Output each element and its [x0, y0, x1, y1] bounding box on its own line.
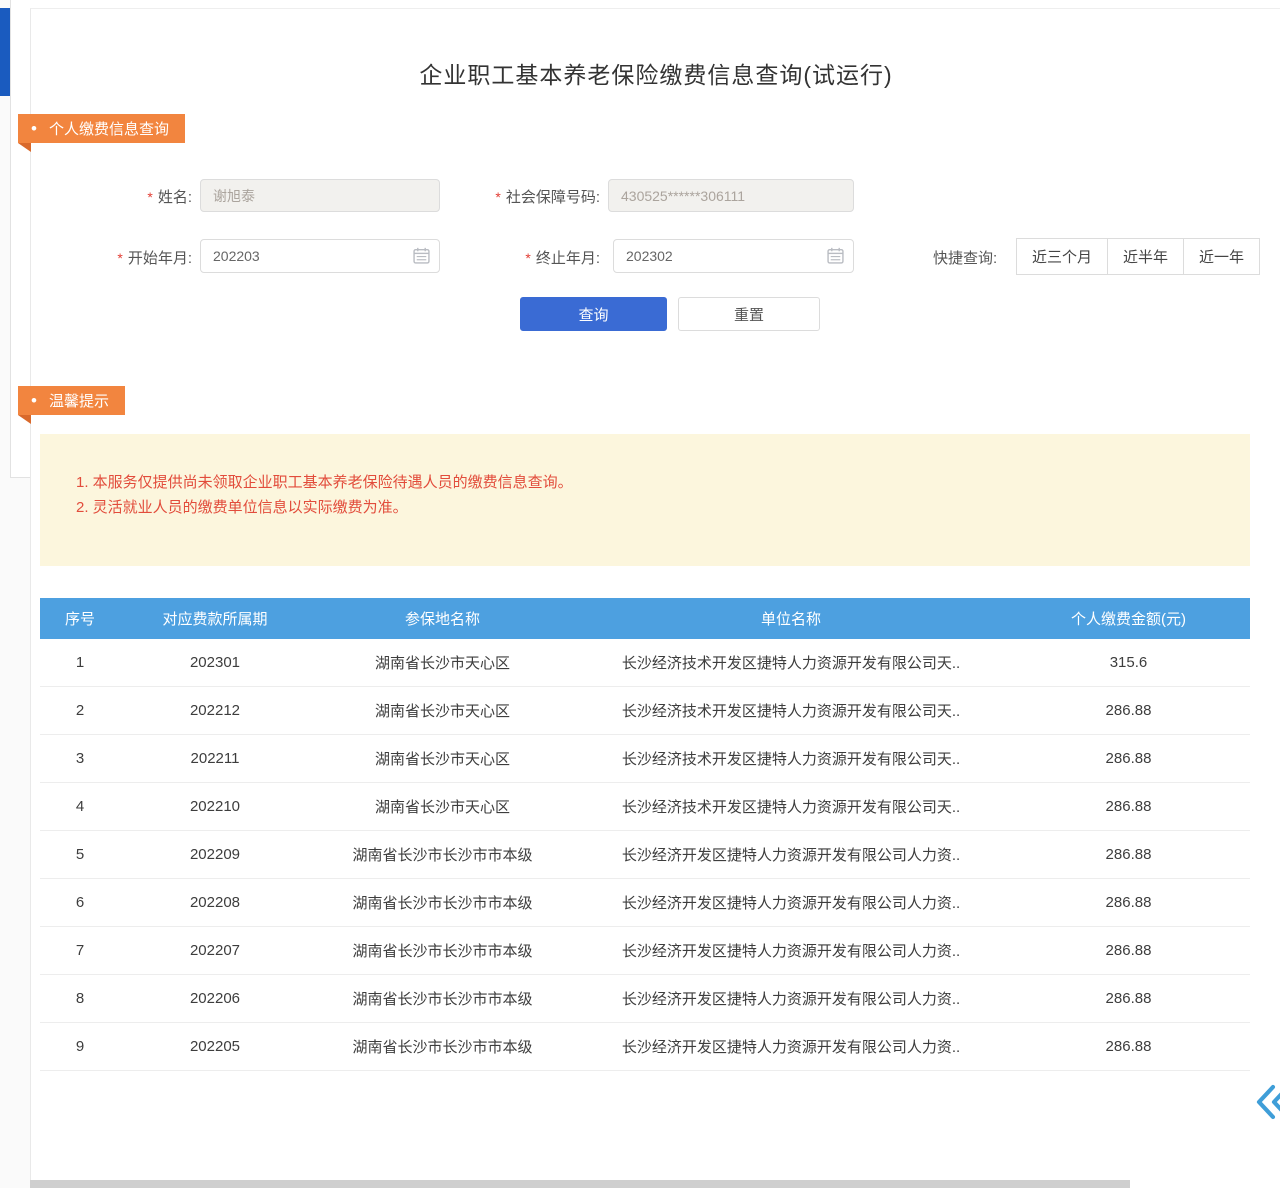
cell-company: 长沙经济开发区捷特人力资源开发有限公司人力资.. — [575, 892, 1007, 913]
cell-period: 202301 — [120, 654, 310, 671]
quick-btn-last-3-months[interactable]: 近三个月 — [1016, 238, 1108, 275]
cell-amount: 286.88 — [1007, 942, 1250, 959]
table-row[interactable]: 5 202209 湖南省长沙市长沙市市本级 长沙经济开发区捷特人力资源开发有限公… — [40, 831, 1250, 879]
cell-seq: 8 — [40, 990, 120, 1007]
section-badge-tips: • 温馨提示 — [18, 386, 125, 415]
bottom-bar-decoration — [30, 1180, 1130, 1188]
cell-company: 长沙经济开发区捷特人力资源开发有限公司人力资.. — [575, 940, 1007, 961]
end-month-field[interactable] — [613, 239, 854, 273]
cell-seq: 2 — [40, 702, 120, 719]
section-badge-label: 个人缴费信息查询 — [49, 118, 169, 139]
cell-amount: 315.6 — [1007, 654, 1250, 671]
cell-period: 202206 — [120, 990, 310, 1007]
name-input — [200, 179, 440, 212]
table-row[interactable]: 4 202210 湖南省长沙市天心区 长沙经济技术开发区捷特人力资源开发有限公司… — [40, 783, 1250, 831]
calendar-icon[interactable] — [827, 247, 844, 264]
page: 企业职工基本养老保险缴费信息查询(试运行) • 个人缴费信息查询 *姓名: *社… — [0, 0, 1280, 1188]
header-amount: 个人缴费金额(元) — [1007, 608, 1250, 629]
header-area: 参保地名称 — [310, 608, 575, 629]
start-month-input[interactable] — [200, 239, 440, 273]
cell-seq: 7 — [40, 942, 120, 959]
notice-line: 1. 本服务仅提供尚未领取企业职工基本养老保险待遇人员的缴费信息查询。 — [76, 470, 1230, 495]
page-title: 企业职工基本养老保险缴费信息查询(试运行) — [31, 56, 1280, 90]
table-row[interactable]: 1 202301 湖南省长沙市天心区 长沙经济技术开发区捷特人力资源开发有限公司… — [40, 639, 1250, 687]
cell-seq: 4 — [40, 798, 120, 815]
table-header-row: 序号 对应费款所属期 参保地名称 单位名称 个人缴费金额(元) — [40, 598, 1250, 639]
cell-company: 长沙经济技术开发区捷特人力资源开发有限公司天.. — [575, 700, 1007, 721]
collapse-panel-button[interactable] — [1252, 1084, 1280, 1120]
end-month-label: *终止年月: — [468, 247, 600, 268]
required-asterisk: * — [525, 250, 530, 266]
cell-area: 湖南省长沙市天心区 — [310, 700, 575, 721]
cell-seq: 1 — [40, 654, 120, 671]
header-company: 单位名称 — [575, 608, 1007, 629]
cell-seq: 5 — [40, 846, 120, 863]
notice-line: 2. 灵活就业人员的缴费单位信息以实际缴费为准。 — [76, 495, 1230, 520]
table-row[interactable]: 9 202205 湖南省长沙市长沙市市本级 长沙经济开发区捷特人力资源开发有限公… — [40, 1023, 1250, 1071]
cell-period: 202209 — [120, 846, 310, 863]
cell-period: 202208 — [120, 894, 310, 911]
double-chevron-left-icon — [1252, 1084, 1280, 1120]
bullet-icon: • — [31, 114, 37, 143]
query-button[interactable]: 查询 — [520, 297, 667, 331]
cell-company: 长沙经济开发区捷特人力资源开发有限公司人力资.. — [575, 1036, 1007, 1057]
cell-seq: 3 — [40, 750, 120, 767]
cell-amount: 286.88 — [1007, 1038, 1250, 1055]
cell-area: 湖南省长沙市长沙市市本级 — [310, 844, 575, 865]
end-month-input[interactable] — [613, 239, 854, 273]
table-row[interactable]: 7 202207 湖南省长沙市长沙市市本级 长沙经济开发区捷特人力资源开发有限公… — [40, 927, 1250, 975]
cell-area: 湖南省长沙市长沙市市本级 — [310, 1036, 575, 1057]
header-seq: 序号 — [40, 608, 120, 629]
cell-amount: 286.88 — [1007, 702, 1250, 719]
cell-seq: 6 — [40, 894, 120, 911]
calendar-icon[interactable] — [413, 247, 430, 264]
ssn-input — [608, 179, 854, 212]
quick-btn-last-year[interactable]: 近一年 — [1183, 238, 1260, 275]
cell-period: 202207 — [120, 942, 310, 959]
cell-company: 长沙经济技术开发区捷特人力资源开发有限公司天.. — [575, 796, 1007, 817]
header-period: 对应费款所属期 — [120, 608, 310, 629]
table-row[interactable]: 6 202208 湖南省长沙市长沙市市本级 长沙经济开发区捷特人力资源开发有限公… — [40, 879, 1250, 927]
cell-amount: 286.88 — [1007, 846, 1250, 863]
notice-box: 1. 本服务仅提供尚未领取企业职工基本养老保险待遇人员的缴费信息查询。 2. 灵… — [40, 434, 1250, 566]
table-row[interactable]: 2 202212 湖南省长沙市天心区 长沙经济技术开发区捷特人力资源开发有限公司… — [40, 687, 1250, 735]
cell-company: 长沙经济开发区捷特人力资源开发有限公司人力资.. — [575, 844, 1007, 865]
cell-company: 长沙经济开发区捷特人力资源开发有限公司人力资.. — [575, 988, 1007, 1009]
reset-button[interactable]: 重置 — [678, 297, 820, 331]
cell-amount: 286.88 — [1007, 798, 1250, 815]
name-label: *姓名: — [60, 186, 192, 207]
section-badge-label: 温馨提示 — [49, 390, 109, 411]
section-badge-personal-query: • 个人缴费信息查询 — [18, 114, 185, 143]
cell-period: 202205 — [120, 1038, 310, 1055]
cell-amount: 286.88 — [1007, 750, 1250, 767]
start-month-field[interactable] — [200, 239, 440, 273]
cell-company: 长沙经济技术开发区捷特人力资源开发有限公司天.. — [575, 748, 1007, 769]
cell-area: 湖南省长沙市长沙市市本级 — [310, 892, 575, 913]
cell-company: 长沙经济技术开发区捷特人力资源开发有限公司天.. — [575, 652, 1007, 673]
cell-seq: 9 — [40, 1038, 120, 1055]
ssn-label: *社会保障号码: — [455, 186, 600, 207]
cell-amount: 286.88 — [1007, 990, 1250, 1007]
cell-area: 湖南省长沙市长沙市市本级 — [310, 940, 575, 961]
cell-period: 202211 — [120, 750, 310, 767]
required-asterisk: * — [117, 250, 122, 266]
cell-area: 湖南省长沙市长沙市市本级 — [310, 988, 575, 1009]
table-row[interactable]: 8 202206 湖南省长沙市长沙市市本级 长沙经济开发区捷特人力资源开发有限公… — [40, 975, 1250, 1023]
quick-query-group: 近三个月 近半年 近一年 — [1016, 238, 1260, 275]
quick-btn-last-half-year[interactable]: 近半年 — [1107, 238, 1184, 275]
bullet-icon: • — [31, 386, 37, 415]
cell-period: 202212 — [120, 702, 310, 719]
required-asterisk: * — [147, 189, 152, 205]
payment-table: 序号 对应费款所属期 参保地名称 单位名称 个人缴费金额(元) 1 202301… — [40, 598, 1250, 1071]
cell-area: 湖南省长沙市天心区 — [310, 796, 575, 817]
start-month-label: *开始年月: — [60, 247, 192, 268]
table-row[interactable]: 3 202211 湖南省长沙市天心区 长沙经济技术开发区捷特人力资源开发有限公司… — [40, 735, 1250, 783]
cell-area: 湖南省长沙市天心区 — [310, 748, 575, 769]
required-asterisk: * — [495, 189, 500, 205]
quick-query-label: 快捷查询: — [933, 247, 997, 268]
cell-period: 202210 — [120, 798, 310, 815]
cell-area: 湖南省长沙市天心区 — [310, 652, 575, 673]
cell-amount: 286.88 — [1007, 894, 1250, 911]
